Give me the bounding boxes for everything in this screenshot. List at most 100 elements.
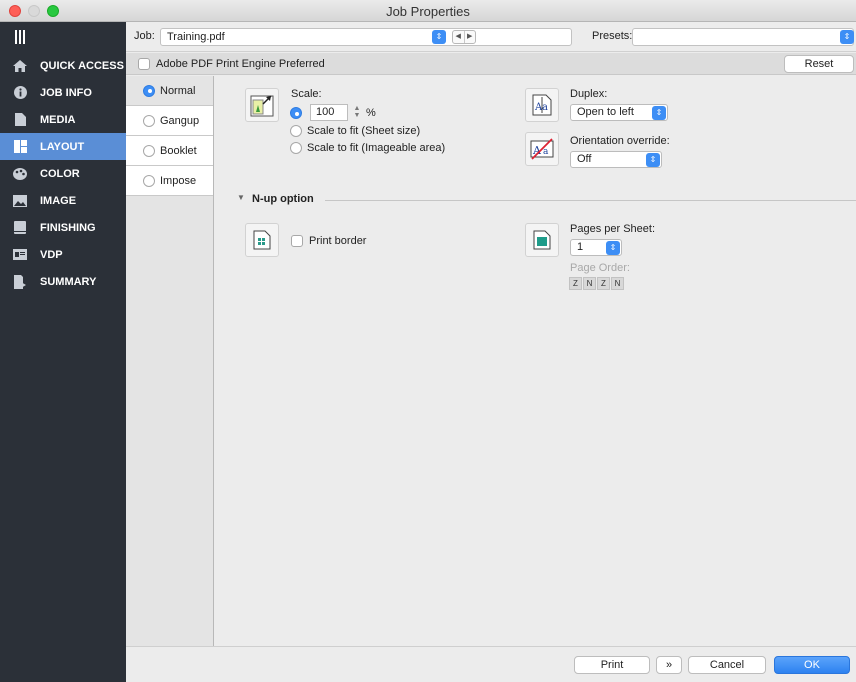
pages-per-sheet-value: 1 (577, 241, 584, 253)
sidebar-item-job-info[interactable]: JOB INFO (0, 79, 126, 106)
sidebar-item-layout[interactable]: LAYOUT (0, 133, 126, 160)
sidebar-nav: QUICK ACCESS JOB INFO MEDIA LAYOUT COLOR… (0, 22, 126, 682)
job-select-arrows-icon[interactable]: ⇕ (432, 30, 446, 44)
sidebar-item-label: VDP (40, 248, 63, 261)
sidebar-item-quick-access[interactable]: QUICK ACCESS (0, 52, 126, 79)
image-icon (0, 194, 40, 207)
reset-button[interactable]: Reset (784, 55, 854, 73)
scale-icon (245, 88, 279, 122)
page-order-label: Page Order: (570, 262, 630, 274)
sidebar-item-vdp[interactable]: VDP (0, 241, 126, 268)
next-job-button[interactable]: ▶ (465, 31, 476, 43)
presets-select[interactable] (632, 28, 854, 46)
scale-fit-imageable-label: Scale to fit (Imageable area) (307, 142, 446, 154)
presets-label: Presets: (592, 30, 633, 42)
title-bar: Job Properties (0, 0, 856, 22)
palette-icon (0, 167, 40, 180)
pdf-engine-label: Adobe PDF Print Engine Preferred (156, 58, 325, 70)
impose-radio[interactable] (143, 174, 155, 187)
finishing-icon (0, 221, 40, 234)
job-select[interactable]: Training.pdf (160, 28, 572, 46)
info-icon (0, 86, 40, 99)
orientation-select-arrows-icon: ⇕ (646, 153, 660, 167)
section-divider (325, 200, 856, 201)
cancel-button[interactable]: Cancel (688, 656, 766, 674)
print-border-icon (245, 223, 279, 257)
engine-bar: Adobe PDF Print Engine Preferred Reset (126, 53, 856, 75)
tab-label: Normal (160, 84, 196, 97)
sidebar-item-label: JOB INFO (40, 86, 92, 99)
duplex-icon: A a (525, 88, 559, 122)
nup-section-title: N-up option (252, 193, 314, 205)
duplex-select-value: Open to left (577, 106, 634, 118)
tab-gangup[interactable]: Gangup (126, 106, 213, 136)
scale-fit-sheet-radio[interactable] (290, 125, 302, 137)
orientation-override-icon: A a (525, 132, 559, 166)
pages-per-sheet-icon (525, 223, 559, 257)
scale-stepper[interactable]: ▲ ▼ (352, 105, 362, 121)
tab-label: Booklet (160, 144, 197, 157)
svg-text:a: a (542, 102, 548, 113)
sidebar-item-media[interactable]: MEDIA (0, 106, 126, 133)
disclosure-triangle-icon[interactable]: ▼ (237, 193, 245, 202)
scale-fit-imageable-radio[interactable] (290, 142, 302, 154)
job-navigation: ◀ ▶ (452, 30, 476, 44)
sidebar-menu-toggle[interactable] (0, 22, 126, 52)
document-icon (0, 113, 40, 126)
home-icon (0, 59, 40, 72)
scale-fit-sheet-label: Scale to fit (Sheet size) (307, 125, 421, 137)
duplex-label: Duplex: (570, 88, 608, 100)
ok-button[interactable]: OK (774, 656, 850, 674)
print-button[interactable]: Print (574, 656, 650, 674)
dialog-footer: Print » Cancel OK (126, 646, 856, 682)
window-title: Job Properties (386, 4, 470, 19)
sidebar-item-label: SUMMARY (40, 275, 97, 288)
sidebar-item-color[interactable]: COLOR (0, 160, 126, 187)
pdf-engine-checkbox[interactable] (138, 58, 150, 70)
tab-normal[interactable]: Normal (126, 76, 213, 106)
tab-booklet[interactable]: Booklet (126, 136, 213, 166)
sidebar-item-label: FINISHING (40, 221, 96, 234)
print-border-checkbox[interactable] (291, 235, 303, 247)
menu-icon (0, 30, 40, 44)
tab-label: Gangup (160, 114, 200, 127)
svg-text:a: a (543, 147, 549, 157)
page-order-n-reverse-button[interactable]: N (611, 277, 624, 290)
duplex-select-arrows-icon: ⇕ (652, 106, 666, 120)
normal-radio[interactable] (143, 84, 155, 97)
page-order-z-reverse-button[interactable]: Z (597, 277, 610, 290)
layout-icon (0, 140, 40, 153)
scale-percent-value: 100 (316, 106, 335, 118)
presets-select-arrows-icon[interactable]: ⇕ (840, 30, 854, 44)
duplex-select[interactable]: Open to left ⇕ (570, 104, 668, 121)
tab-impose[interactable]: Impose (126, 166, 213, 196)
orientation-override-value: Off (577, 153, 592, 165)
sidebar-item-label: QUICK ACCESS (40, 59, 124, 72)
vdp-icon (0, 249, 40, 260)
layout-mode-tabs: Normal Gangup Booklet Impose (126, 76, 214, 646)
print-border-label: Print border (309, 235, 367, 247)
sidebar-item-label: LAYOUT (40, 140, 85, 153)
page-order-z-button[interactable]: Z (569, 277, 582, 290)
scale-percent-input[interactable]: 100 (310, 104, 348, 121)
scale-unit: % (366, 107, 376, 119)
sidebar-item-image[interactable]: IMAGE (0, 187, 126, 214)
job-bar: Job: Training.pdf ⇕ ◀ ▶ Presets: ⇕ (126, 22, 856, 52)
sidebar-item-label: IMAGE (40, 194, 77, 207)
pages-per-sheet-arrows-icon: ⇕ (606, 241, 620, 255)
orientation-override-select[interactable]: Off ⇕ (570, 151, 662, 168)
tab-label: Impose (160, 174, 197, 187)
sidebar-item-summary[interactable]: SUMMARY (0, 268, 126, 295)
scale-label: Scale: (291, 88, 322, 100)
sidebar-item-finishing[interactable]: FINISHING (0, 214, 126, 241)
booklet-radio[interactable] (143, 144, 155, 157)
scale-percent-radio[interactable] (290, 107, 302, 119)
sidebar-item-label: MEDIA (40, 113, 76, 126)
pages-per-sheet-select[interactable]: 1 ⇕ (570, 239, 622, 256)
more-options-button[interactable]: » (656, 656, 682, 674)
job-label: Job: (134, 30, 155, 42)
previous-job-button[interactable]: ◀ (453, 31, 465, 43)
sidebar-item-label: COLOR (40, 167, 80, 180)
gangup-radio[interactable] (143, 114, 155, 127)
page-order-n-button[interactable]: N (583, 277, 596, 290)
